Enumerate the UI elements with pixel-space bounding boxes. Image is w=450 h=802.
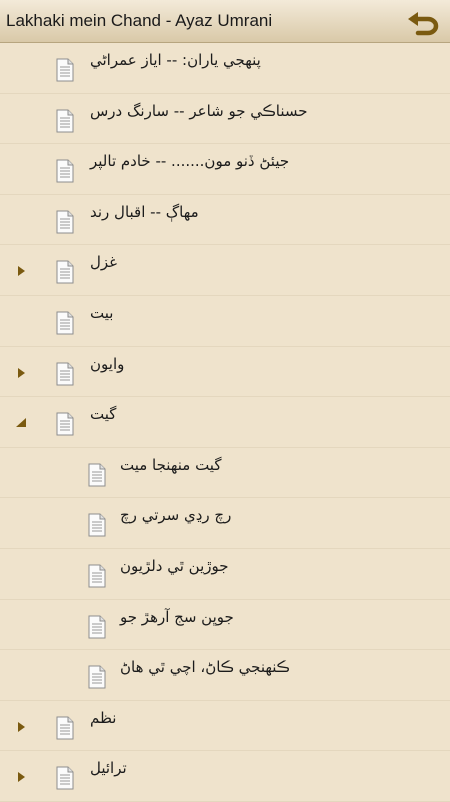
document-icon xyxy=(88,513,106,537)
tree-item[interactable]: ترائيل xyxy=(0,751,450,802)
tree-list: پنهجي ياران: -- اياز عمراڻي حسناڪي جو شاع… xyxy=(0,43,450,802)
title-bar: Lakhaki mein Chand - Ayaz Umrani xyxy=(0,0,450,43)
tree-item[interactable]: پنهجي ياران: -- اياز عمراڻي xyxy=(0,43,450,94)
tree-item[interactable]: وايون xyxy=(0,347,450,398)
app-title: Lakhaki mein Chand - Ayaz Umrani xyxy=(6,11,273,30)
tree-item[interactable]: نظم xyxy=(0,701,450,752)
tree-item-label: وايون xyxy=(90,354,125,373)
tree-item-label: غزل xyxy=(90,253,118,272)
document-icon xyxy=(88,615,106,639)
document-icon xyxy=(88,665,106,689)
document-icon xyxy=(56,58,74,82)
document-icon xyxy=(56,210,74,234)
tree-item[interactable]: جوڀن سج آرهڙ جو xyxy=(0,600,450,651)
tree-item-label: گيت xyxy=(90,405,117,424)
expand-arrow-icon[interactable] xyxy=(15,367,27,379)
expand-arrow-icon[interactable] xyxy=(15,265,27,277)
tree-item-label: پنهجي ياران: -- اياز عمراڻي xyxy=(90,51,261,69)
expand-arrow-icon[interactable] xyxy=(15,721,27,733)
tree-item-label: گيت منهنجا ميت xyxy=(120,455,222,474)
tree-item[interactable]: گيت xyxy=(0,397,450,448)
document-icon xyxy=(56,109,74,133)
document-icon xyxy=(88,463,106,487)
tree-item[interactable]: رچ رڍي سرتي رچ xyxy=(0,498,450,549)
tree-item[interactable]: غزل xyxy=(0,245,450,296)
tree-item[interactable]: بيت xyxy=(0,296,450,347)
tree-item-label: ڪنهنجي ڪاڻ، اچي ٿي هاڻ xyxy=(120,658,290,677)
document-icon xyxy=(56,159,74,183)
tree-item-label: نظم xyxy=(90,708,117,727)
tree-item-label: ترائيل xyxy=(90,759,127,778)
undo-arrow-icon[interactable] xyxy=(404,6,444,38)
document-icon xyxy=(56,766,74,790)
document-icon xyxy=(56,716,74,740)
document-icon xyxy=(56,362,74,386)
tree-item[interactable]: جوڙين ٿي دلڙيون xyxy=(0,549,450,600)
document-icon xyxy=(56,412,74,436)
tree-item-label: جوڀن سج آرهڙ جو xyxy=(120,607,234,626)
document-icon xyxy=(88,564,106,588)
document-icon xyxy=(56,311,74,335)
collapse-arrow-icon[interactable] xyxy=(15,417,27,429)
tree-item-label: جوڙين ٿي دلڙيون xyxy=(120,556,229,575)
tree-item-label: رچ رڍي سرتي رچ xyxy=(120,506,232,525)
tree-item-label: جيئڻ ڏنو مون....... -- خادم تالپر xyxy=(90,152,290,171)
tree-item[interactable]: گيت منهنجا ميت xyxy=(0,448,450,499)
tree-item-label: حسناڪي جو شاعر -- سارنگ درس xyxy=(90,101,308,120)
expand-arrow-icon[interactable] xyxy=(15,771,27,783)
tree-item-label: مهاڳ -- اقبال رند xyxy=(90,202,199,221)
tree-item[interactable]: حسناڪي جو شاعر -- سارنگ درس xyxy=(0,94,450,145)
document-icon xyxy=(56,260,74,284)
tree-item[interactable]: جيئڻ ڏنو مون....... -- خادم تالپر xyxy=(0,144,450,195)
tree-item[interactable]: مهاڳ -- اقبال رند xyxy=(0,195,450,246)
tree-item-label: بيت xyxy=(90,303,114,322)
tree-item[interactable]: ڪنهنجي ڪاڻ، اچي ٿي هاڻ xyxy=(0,650,450,701)
